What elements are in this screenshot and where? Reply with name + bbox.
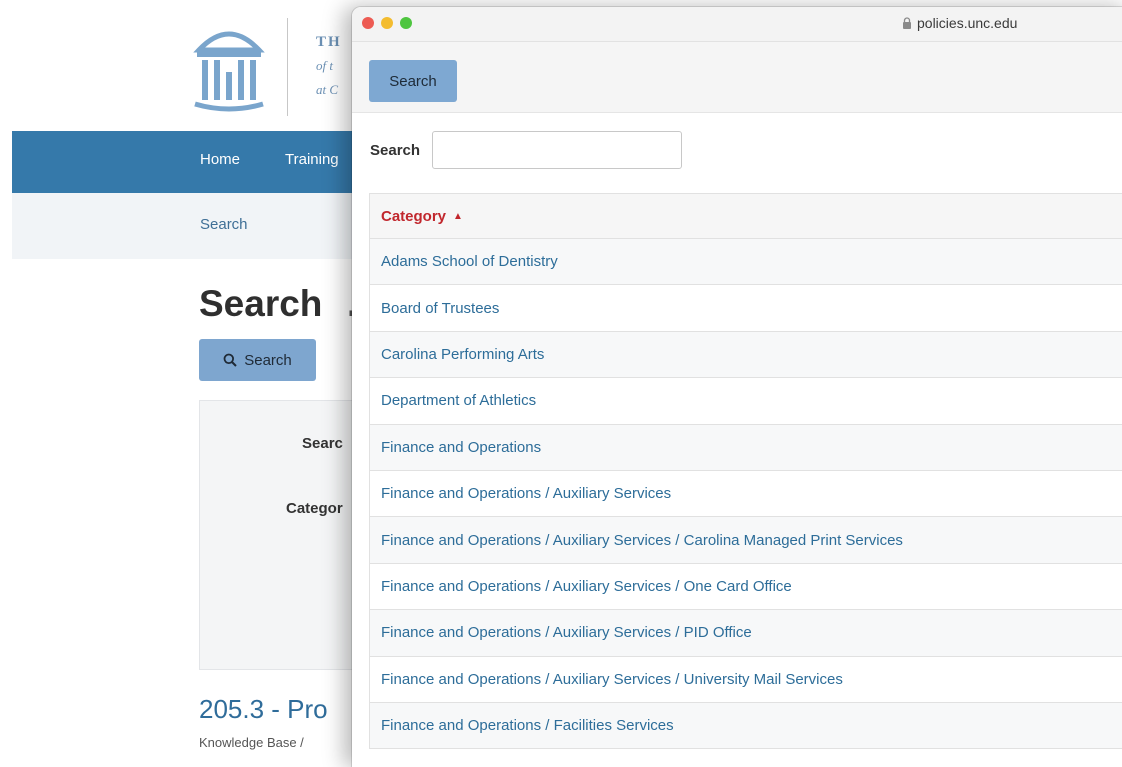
nav-training[interactable]: Training bbox=[285, 151, 339, 168]
category-row[interactable]: Department of Athletics bbox=[370, 378, 1122, 425]
old-well-logo[interactable] bbox=[193, 20, 265, 112]
address-bar[interactable]: policies.unc.edu bbox=[902, 15, 1017, 31]
minimize-window-button[interactable] bbox=[381, 17, 393, 29]
logo-line-3: at C bbox=[316, 82, 339, 97]
logo-line-1: TH bbox=[316, 34, 342, 50]
lock-icon bbox=[903, 17, 911, 29]
toolbar-search-button[interactable]: Search bbox=[369, 60, 457, 102]
category-row[interactable]: Finance and Operations / Auxiliary Servi… bbox=[370, 517, 1122, 564]
category-row[interactable]: Finance and Operations / Facilities Serv… bbox=[370, 702, 1122, 750]
category-link[interactable]: Finance and Operations / Auxiliary Servi… bbox=[381, 671, 843, 688]
category-link[interactable]: Finance and Operations bbox=[381, 439, 541, 456]
category-row[interactable]: Finance and Operations / Auxiliary Servi… bbox=[370, 471, 1122, 518]
zoom-window-button[interactable] bbox=[400, 17, 412, 29]
popup-toolbar: Search bbox=[352, 42, 1122, 113]
category-link[interactable]: Department of Athletics bbox=[381, 392, 536, 409]
sort-asc-icon: ▲ bbox=[453, 210, 463, 222]
category-row[interactable]: Board of Trustees bbox=[370, 285, 1122, 332]
nav-home[interactable]: Home bbox=[200, 151, 240, 168]
category-row[interactable]: Carolina Performing Arts bbox=[370, 331, 1122, 379]
logo-wordmark: TH of t at C bbox=[316, 30, 342, 102]
logo-divider bbox=[287, 18, 288, 116]
category-table: Category ▲ Adams School of Dentistry Boar… bbox=[369, 193, 1122, 750]
category-link[interactable]: Finance and Operations / Auxiliary Servi… bbox=[381, 532, 903, 549]
category-link[interactable]: Adams School of Dentistry bbox=[381, 253, 558, 270]
category-link[interactable]: Finance and Operations / Auxiliary Servi… bbox=[381, 578, 792, 595]
search-icon bbox=[223, 353, 237, 367]
category-link[interactable]: Finance and Operations / Auxiliary Servi… bbox=[381, 485, 671, 502]
category-row[interactable]: Finance and Operations / Auxiliary Servi… bbox=[370, 657, 1122, 703]
category-link[interactable]: Carolina Performing Arts bbox=[381, 346, 544, 363]
category-link[interactable]: Finance and Operations / Facilities Serv… bbox=[381, 717, 674, 734]
breadcrumb-search[interactable]: Search bbox=[200, 216, 248, 233]
address-text: policies.unc.edu bbox=[917, 15, 1018, 31]
popup-window: policies.unc.edu Search Search Category … bbox=[352, 7, 1122, 767]
search-label: Search bbox=[370, 141, 421, 159]
bg-form-category-label: Categor bbox=[286, 500, 343, 517]
search-row: Search bbox=[370, 131, 682, 169]
close-window-button[interactable] bbox=[362, 17, 374, 29]
bg-form-search-label: Searc bbox=[302, 435, 343, 452]
window-titlebar: policies.unc.edu bbox=[352, 7, 1122, 42]
category-column-header[interactable]: Category ▲ bbox=[370, 193, 1122, 239]
bg-search-form: Searc Categor bbox=[199, 400, 361, 670]
category-row[interactable]: Adams School of Dentistry bbox=[370, 239, 1122, 286]
logo-line-2: of t bbox=[316, 58, 333, 73]
category-header-label: Category bbox=[381, 207, 447, 225]
result-title[interactable]: 205.3 - Pro bbox=[199, 694, 328, 725]
category-link[interactable]: Board of Trustees bbox=[381, 300, 499, 317]
bg-search-button[interactable]: Search bbox=[199, 339, 316, 381]
category-row[interactable]: Finance and Operations bbox=[370, 424, 1122, 471]
category-row[interactable]: Finance and Operations / Auxiliary Servi… bbox=[370, 564, 1122, 611]
category-row[interactable]: Finance and Operations / Auxiliary Servi… bbox=[370, 610, 1122, 657]
page-title-text: Search bbox=[199, 283, 323, 324]
search-input[interactable] bbox=[432, 131, 682, 169]
page-title: Search . bbox=[199, 283, 357, 325]
result-meta: Knowledge Base / bbox=[199, 735, 304, 750]
category-rows: Adams School of Dentistry Board of Truste… bbox=[370, 239, 1122, 750]
category-link[interactable]: Finance and Operations / Auxiliary Servi… bbox=[381, 624, 752, 641]
bg-search-button-label: Search bbox=[244, 351, 292, 369]
